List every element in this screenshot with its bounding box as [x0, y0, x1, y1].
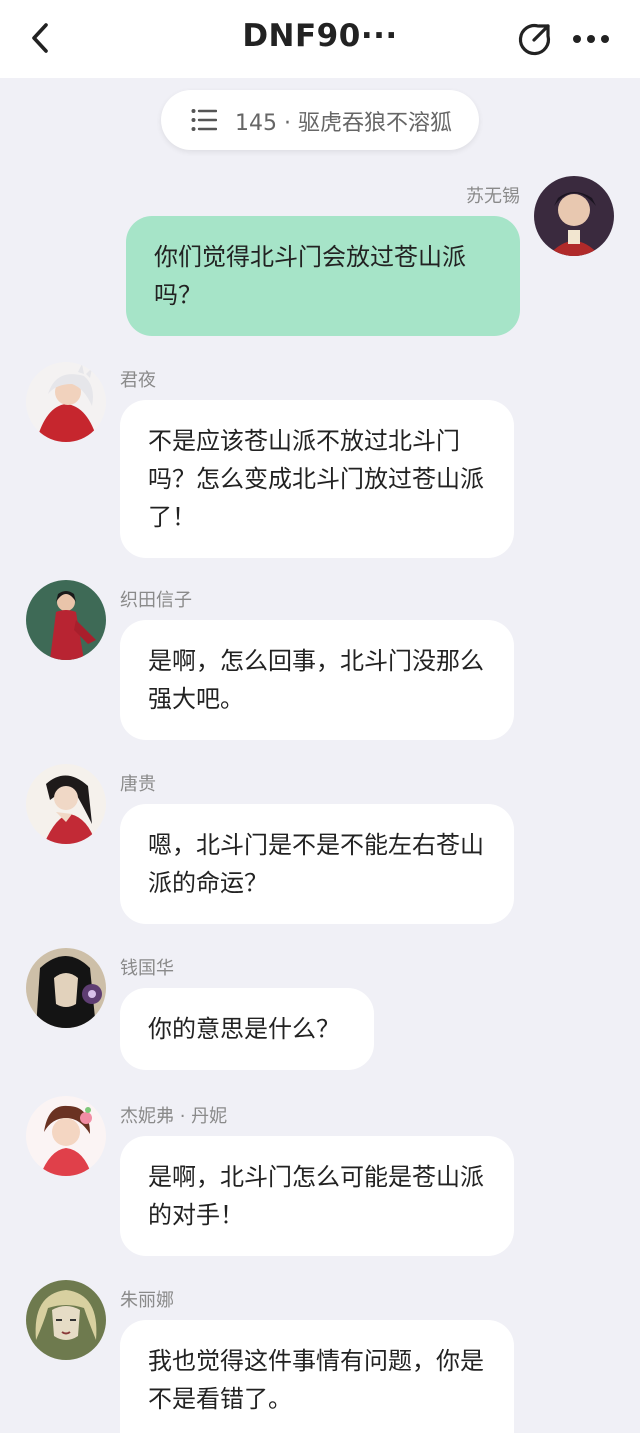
sender-name: 苏无锡: [466, 186, 520, 207]
chapter-selector[interactable]: 145 · 驱虎吞狼不溶狐: [161, 90, 479, 150]
message-bubble[interactable]: 不是应该苍山派不放过北斗门吗？怎么变成北斗门放过苍山派了！: [120, 400, 514, 558]
message-bubble[interactable]: 是啊，怎么回事，北斗门没那么强大吧。: [120, 620, 514, 740]
sender-name: 杰妮弗 · 丹妮: [120, 1106, 228, 1127]
sender-name: 织田信子: [120, 590, 192, 611]
sender-name: 朱丽娜: [120, 1290, 174, 1311]
avatar[interactable]: [26, 580, 106, 660]
sender-name: 钱国华: [120, 958, 174, 979]
share-button[interactable]: [516, 20, 554, 58]
more-dots-icon: [573, 35, 609, 43]
message-bubble[interactable]: 嗯，北斗门是不是不能左右苍山派的命运？: [120, 804, 514, 924]
avatar[interactable]: [26, 1280, 106, 1360]
sender-name: 唐贵: [120, 774, 156, 795]
page-title: DNF90···: [242, 18, 398, 54]
avatar[interactable]: [26, 948, 106, 1028]
message-bubble[interactable]: 你的意思是什么？: [120, 988, 374, 1070]
chapter-label: 145 · 驱虎吞狼不溶狐: [235, 111, 452, 136]
avatar[interactable]: [26, 362, 106, 442]
avatar[interactable]: [534, 176, 614, 256]
message-bubble[interactable]: 我也觉得这件事情有问题，你是不是看错了。: [120, 1320, 514, 1433]
message-bubble[interactable]: 是啊，北斗门怎么可能是苍山派的对手！: [120, 1136, 514, 1256]
more-button[interactable]: [570, 24, 612, 54]
avatar[interactable]: [26, 1096, 106, 1176]
message-bubble[interactable]: 你们觉得北斗门会放过苍山派吗？: [126, 216, 520, 336]
list-icon: [191, 109, 217, 131]
share-icon: [518, 23, 551, 56]
back-button[interactable]: [24, 20, 60, 56]
sender-name: 君夜: [120, 370, 156, 391]
top-nav-bar: DNF90···: [0, 0, 640, 78]
avatar[interactable]: [26, 764, 106, 844]
chevron-left-icon: [32, 23, 48, 53]
